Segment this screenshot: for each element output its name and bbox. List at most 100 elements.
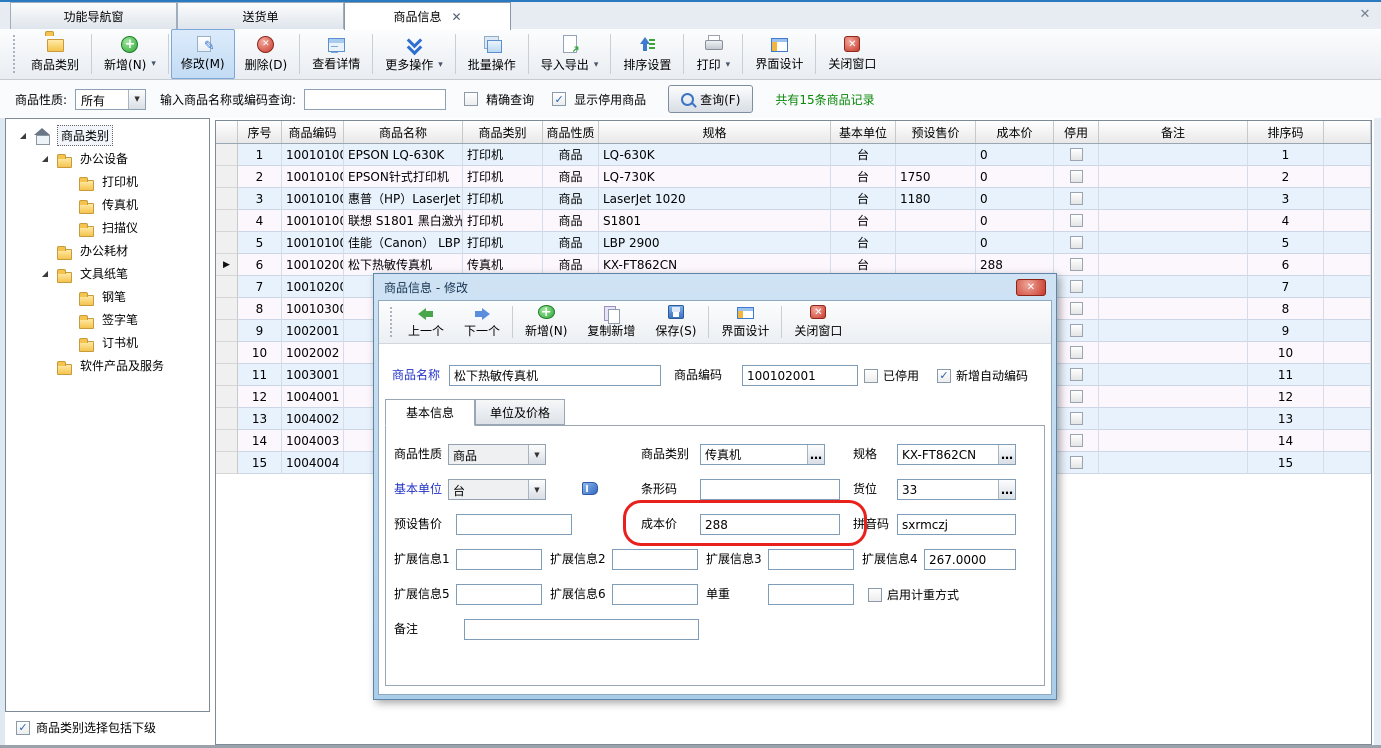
row-selector-cell[interactable]: [216, 342, 238, 364]
toolbar-more-actions-button[interactable]: 更多操作▾: [375, 29, 453, 79]
tree-item[interactable]: 钢笔: [6, 285, 209, 308]
column-header[interactable]: 备注: [1099, 121, 1248, 143]
row-selector-cell[interactable]: [216, 430, 238, 452]
disabled-checkbox[interactable]: [1070, 456, 1083, 469]
preset-price-input[interactable]: [456, 514, 572, 535]
tree-item[interactable]: ◢办公设备: [6, 147, 209, 170]
combo-arrow-icon[interactable]: ▼: [528, 480, 545, 499]
autocode-checkbox[interactable]: ✓: [937, 369, 951, 383]
tab-2[interactable]: 送货单: [177, 2, 344, 29]
dropdown-arrow-icon[interactable]: ▾: [726, 60, 731, 70]
toolbar-edit-button[interactable]: 修改(M): [171, 29, 235, 79]
row-selector-cell[interactable]: [216, 188, 238, 210]
location-picker-button[interactable]: …: [998, 480, 1015, 499]
row-selector-cell[interactable]: [216, 320, 238, 342]
disabled-checkbox[interactable]: [1070, 368, 1083, 381]
unit-book-icon[interactable]: [582, 482, 598, 495]
row-selector-cell[interactable]: [216, 364, 238, 386]
barcode-input[interactable]: [700, 479, 840, 500]
nature-filter-select[interactable]: 所有 ▼: [75, 89, 146, 110]
column-header[interactable]: 成本价: [976, 121, 1054, 143]
remark-input[interactable]: [464, 619, 699, 640]
column-header[interactable]: 商品性质: [543, 121, 599, 143]
dropdown-arrow-icon[interactable]: ▾: [594, 60, 599, 70]
column-header[interactable]: 商品名称: [344, 121, 463, 143]
disabled-checkbox[interactable]: [1070, 192, 1083, 205]
spec-picker-button[interactable]: …: [998, 445, 1015, 464]
unit-weight-input[interactable]: [768, 584, 854, 605]
query-button[interactable]: 查询(F): [668, 85, 753, 113]
tree-item[interactable]: ◢文具纸笔: [6, 262, 209, 285]
column-header[interactable]: 规格: [599, 121, 831, 143]
tab-1[interactable]: 功能导航窗: [10, 2, 177, 29]
toolbar-print-button[interactable]: 打印▾: [686, 29, 740, 79]
toolbar-category-folder-button[interactable]: 商品类别: [21, 29, 89, 79]
row-selector-cell[interactable]: [216, 386, 238, 408]
toolbar-copy-button[interactable]: 复制新增: [577, 301, 645, 343]
tree-item[interactable]: 办公耗材: [6, 239, 209, 262]
toolbar-view-details-button[interactable]: 查看详情: [302, 29, 370, 79]
row-selector-cell[interactable]: [216, 276, 238, 298]
row-selector-cell[interactable]: ▶: [216, 254, 238, 276]
table-row[interactable]: 4100101004联想 S1801 黑白激光打印机打印机商品S1801台04: [216, 210, 1371, 232]
toolbar-next-button[interactable]: 下一个: [454, 301, 510, 343]
product-name-input[interactable]: [449, 365, 661, 386]
category-input[interactable]: [701, 445, 807, 464]
weigh-mode-checkbox[interactable]: ✓: [868, 588, 882, 602]
include-subcategory-checkbox[interactable]: ✓: [16, 721, 30, 735]
tree-item[interactable]: 订书机: [6, 331, 209, 354]
stopped-checkbox[interactable]: ✓: [864, 369, 878, 383]
ext5-input[interactable]: [456, 584, 542, 605]
column-header[interactable]: 排序码: [1248, 121, 1324, 143]
row-selector-cell[interactable]: [216, 408, 238, 430]
combo-arrow-icon[interactable]: ▼: [128, 90, 145, 109]
tree-item[interactable]: 软件产品及服务: [6, 354, 209, 377]
tab-basic-info[interactable]: 基本信息: [385, 399, 475, 426]
column-header[interactable]: 商品类别: [463, 121, 543, 143]
toolbar-ui-design-button[interactable]: 界面设计: [711, 301, 779, 343]
column-header[interactable]: 停用: [1054, 121, 1099, 143]
exact-query-checkbox[interactable]: ✓: [464, 92, 478, 106]
row-selector-cell[interactable]: [216, 452, 238, 474]
disabled-checkbox[interactable]: [1070, 148, 1083, 161]
disabled-checkbox[interactable]: [1070, 170, 1083, 183]
row-selector-cell[interactable]: [216, 298, 238, 320]
disabled-checkbox[interactable]: [1070, 302, 1083, 315]
toolbar-sort-settings-button[interactable]: 排序设置: [613, 29, 681, 79]
column-header[interactable]: 预设售价: [896, 121, 976, 143]
tree-item[interactable]: 签字笔: [6, 308, 209, 331]
toolbar-close-window-button[interactable]: 关闭窗口: [818, 29, 886, 79]
toolbar-add-button[interactable]: 新增(N)▾: [94, 29, 166, 79]
window-close-icon[interactable]: ✕: [1357, 7, 1373, 23]
toolbar-close-window-button[interactable]: 关闭窗口: [784, 301, 852, 343]
tab-close-icon[interactable]: ✕: [451, 11, 461, 23]
ext6-input[interactable]: [612, 584, 698, 605]
tree-root-item[interactable]: ◢商品类别: [6, 124, 209, 147]
disabled-checkbox[interactable]: [1070, 390, 1083, 403]
search-input[interactable]: [304, 89, 446, 110]
dropdown-arrow-icon[interactable]: ▾: [151, 59, 156, 69]
toolbar-save-button[interactable]: 保存(S): [645, 301, 706, 343]
toolbar-ui-design-button[interactable]: 界面设计: [745, 29, 813, 79]
combo-arrow-icon[interactable]: ▼: [528, 445, 545, 464]
column-header[interactable]: 序号: [238, 121, 282, 143]
toolbar-add-button[interactable]: 新增(N): [515, 301, 577, 343]
tree-item[interactable]: 打印机: [6, 170, 209, 193]
toolbar-import-export-button[interactable]: 导入导出▾: [531, 29, 609, 79]
ext1-input[interactable]: [456, 549, 542, 570]
toolbar-prev-button[interactable]: 上一个: [398, 301, 454, 343]
tab-unit-price[interactable]: 单位及价格: [475, 399, 565, 425]
row-selector-cell[interactable]: [216, 232, 238, 254]
disabled-checkbox[interactable]: [1070, 346, 1083, 359]
disabled-checkbox[interactable]: [1070, 412, 1083, 425]
location-input[interactable]: [898, 480, 998, 499]
expand-icon[interactable]: ◢: [40, 154, 50, 163]
category-picker-button[interactable]: …: [807, 445, 824, 464]
toolbar-delete-button[interactable]: 删除(D): [235, 29, 298, 79]
ext2-input[interactable]: [612, 549, 698, 570]
column-header[interactable]: 基本单位: [831, 121, 896, 143]
toolbar-batch-actions-button[interactable]: 批量操作: [458, 29, 526, 79]
disabled-checkbox[interactable]: [1070, 434, 1083, 447]
pinyin-input[interactable]: [897, 514, 1016, 535]
tree-item[interactable]: 扫描仪: [6, 216, 209, 239]
